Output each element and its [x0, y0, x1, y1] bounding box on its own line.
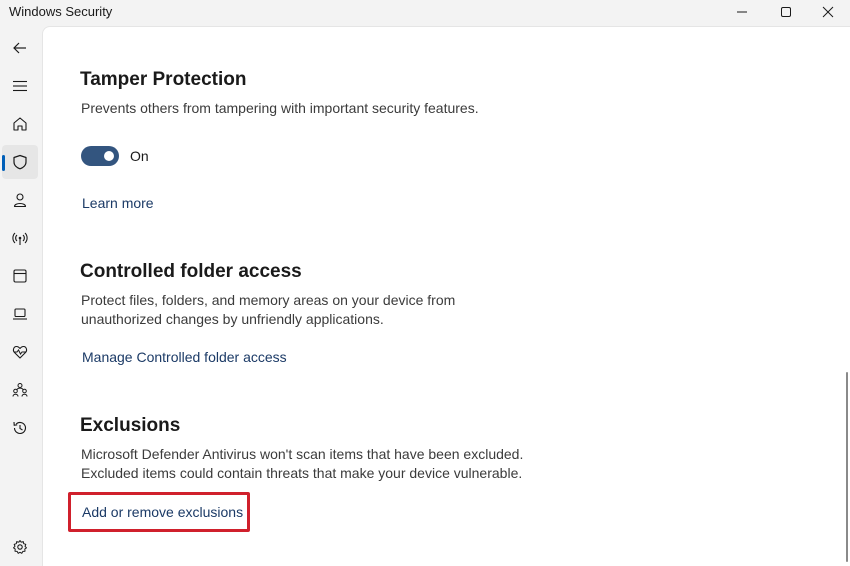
- tamper-protection-description: Prevents others from tampering with impo…: [81, 100, 479, 116]
- shield-icon: [13, 154, 27, 170]
- home-icon: [13, 117, 27, 131]
- controlled-folder-access-title: Controlled folder access: [80, 261, 302, 282]
- nav-home[interactable]: [2, 107, 38, 141]
- family-icon: [12, 383, 28, 397]
- tamper-protection-toggle[interactable]: [81, 146, 119, 166]
- menu-button[interactable]: [2, 69, 38, 103]
- nav-account-protection[interactable]: [2, 183, 38, 217]
- app-title: Windows Security: [9, 4, 113, 19]
- history-icon: [13, 421, 27, 434]
- nav-device-security[interactable]: [2, 297, 38, 331]
- maximize-icon: [781, 7, 791, 17]
- minimize-icon: [737, 11, 747, 13]
- minimize-button[interactable]: [720, 0, 764, 24]
- nav-family-options[interactable]: [2, 373, 38, 407]
- laptop-icon: [13, 308, 27, 320]
- controlled-folder-access-description-1: Protect files, folders, and memory areas…: [81, 292, 456, 308]
- toggle-knob: [104, 151, 114, 161]
- controlled-folder-access-description-2: unauthorized changes by unfriendly appli…: [81, 311, 384, 327]
- close-button[interactable]: [806, 0, 850, 24]
- nav-virus-protection[interactable]: [2, 145, 38, 179]
- main-content: Tamper Protection Prevents others from t…: [42, 26, 850, 566]
- learn-more-link[interactable]: Learn more: [82, 195, 154, 211]
- nav-app-browser-control[interactable]: [2, 259, 38, 293]
- back-button[interactable]: [2, 31, 38, 65]
- heart-pulse-icon: [12, 345, 28, 359]
- title-bar: Windows Security: [0, 0, 850, 26]
- back-arrow-icon: [13, 42, 26, 54]
- sidebar: [0, 26, 42, 566]
- toggle-state-label: On: [130, 148, 149, 164]
- gear-icon: [13, 540, 27, 554]
- manage-controlled-folder-access-link[interactable]: Manage Controlled folder access: [82, 349, 287, 365]
- scrollbar[interactable]: [846, 372, 848, 562]
- exclusions-title: Exclusions: [80, 415, 181, 436]
- person-icon: [13, 193, 27, 208]
- nav-protection-history[interactable]: [2, 411, 38, 445]
- hamburger-menu-icon: [13, 80, 27, 92]
- wireless-icon: [12, 232, 28, 245]
- maximize-button[interactable]: [764, 0, 808, 24]
- exclusions-description-2: Excluded items could contain threats tha…: [81, 465, 523, 481]
- app-browser-icon: [13, 269, 27, 283]
- add-remove-exclusions-link[interactable]: Add or remove exclusions: [82, 504, 243, 520]
- exclusions-description-1: Microsoft Defender Antivirus won't scan …: [81, 446, 524, 462]
- tamper-protection-title: Tamper Protection: [80, 69, 247, 90]
- nav-device-performance[interactable]: [2, 335, 38, 369]
- close-icon: [822, 6, 834, 18]
- selection-indicator: [2, 155, 5, 171]
- nav-settings[interactable]: [2, 530, 38, 564]
- nav-firewall[interactable]: [2, 221, 38, 255]
